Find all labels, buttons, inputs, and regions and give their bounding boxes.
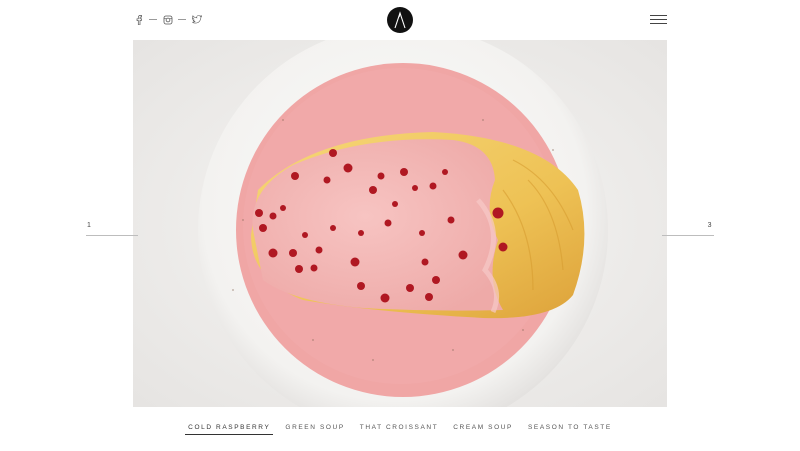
site-header [0, 0, 800, 40]
nav-item-cold-raspberry[interactable]: COLD RASPBERRY [185, 424, 274, 435]
hamburger-menu-icon[interactable] [650, 15, 667, 24]
nav-item-that-croissant[interactable]: THAT CROISSANT [357, 424, 442, 435]
next-slide-line [662, 235, 714, 236]
separator [178, 19, 186, 20]
logo-mark-icon [394, 11, 406, 29]
nav-item-season-to-taste[interactable]: SEASON TO TASTE [525, 424, 615, 435]
nav-item-cream-soup[interactable]: CREAM SOUP [450, 424, 516, 435]
hero-image [133, 40, 667, 407]
instagram-icon[interactable] [162, 14, 173, 25]
prev-slide-line [86, 235, 138, 236]
logo[interactable] [387, 7, 413, 33]
nav-item-green-soup[interactable]: GREEN SOUP [282, 424, 347, 435]
twitter-icon[interactable] [191, 14, 202, 25]
prev-slide-number: 1 [87, 222, 92, 229]
prev-slide-link[interactable]: 1 [86, 222, 138, 236]
next-slide-number: 3 [707, 222, 712, 229]
next-slide-link[interactable]: 3 [662, 222, 714, 236]
food-photo [133, 40, 667, 407]
recipe-nav: COLD RASPBERRY GREEN SOUP THAT CROISSANT… [0, 424, 800, 435]
facebook-icon[interactable] [133, 14, 144, 25]
social-links [133, 14, 202, 25]
separator [149, 19, 157, 20]
